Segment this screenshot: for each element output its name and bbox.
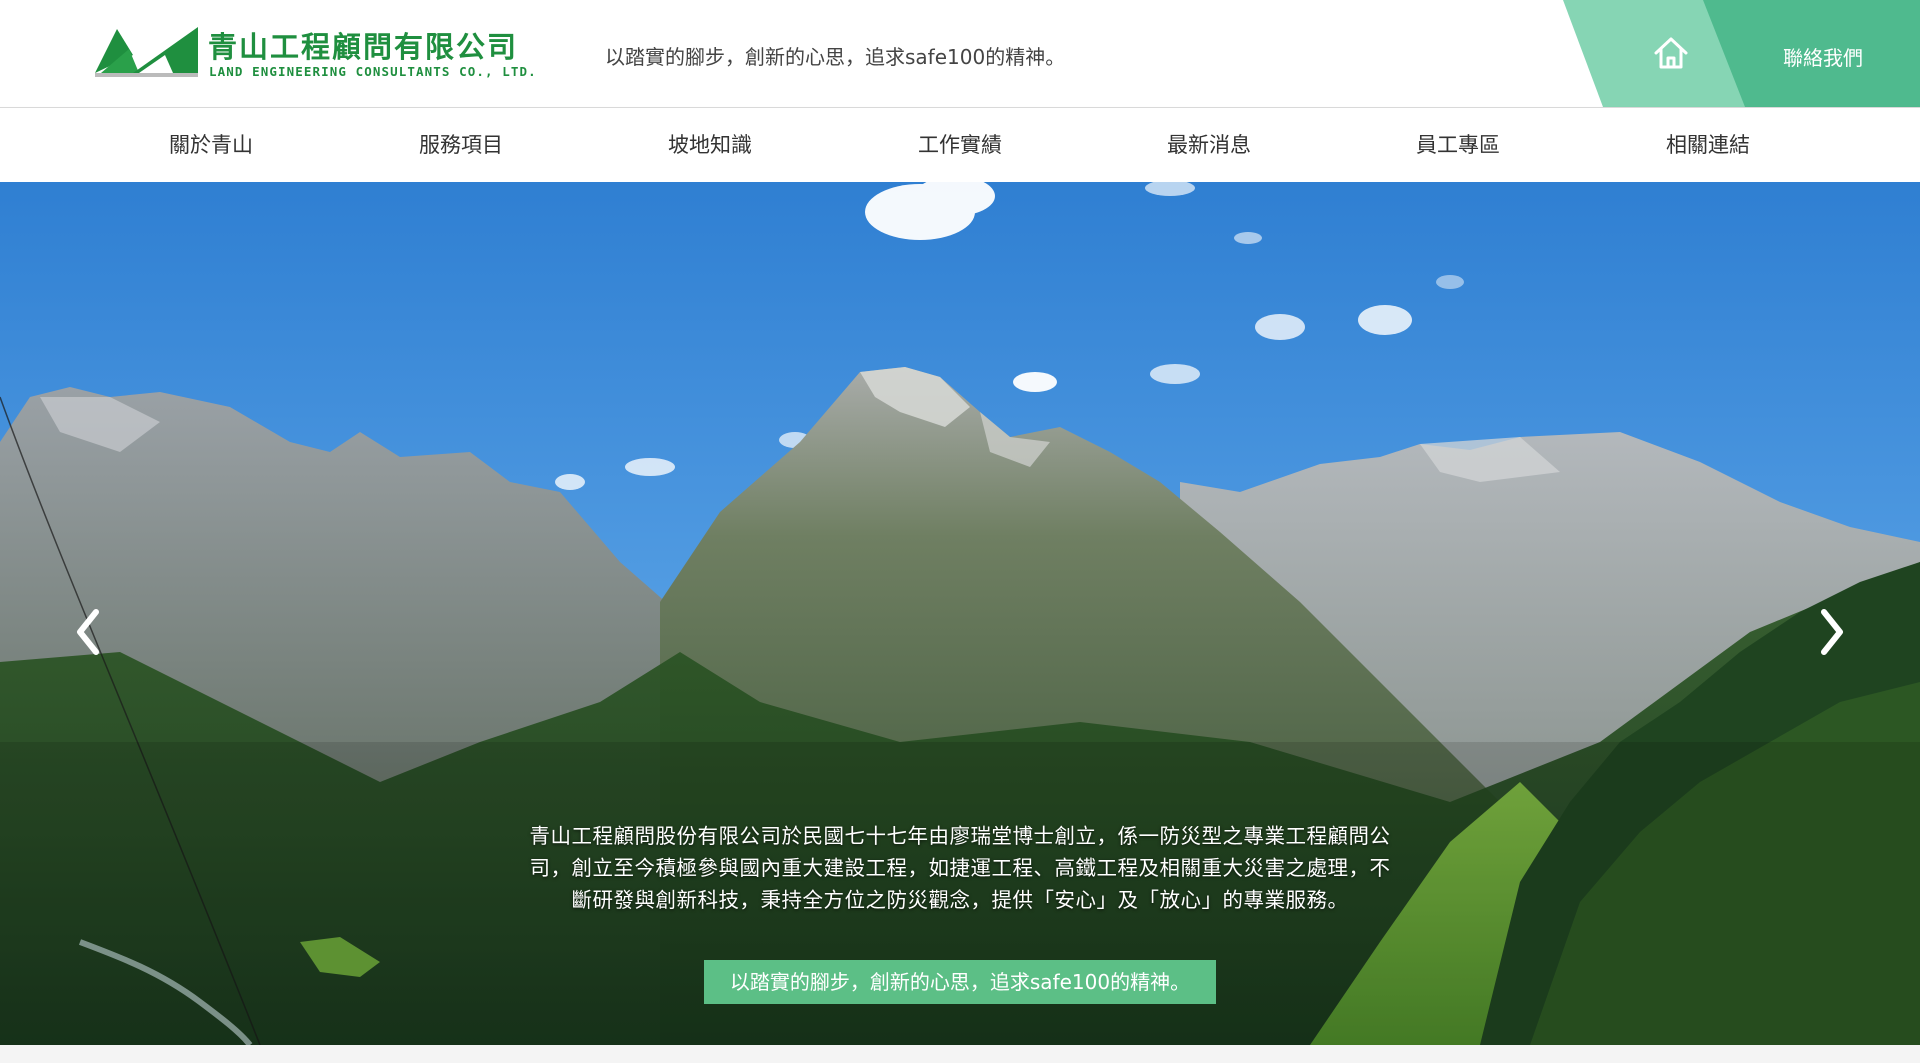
nav-item-projects[interactable]: 工作實績 <box>860 108 1060 183</box>
nav-item-staff[interactable]: 員工專區 <box>1358 108 1558 183</box>
chevron-left-icon[interactable] <box>68 602 108 662</box>
nav-item-slope-knowledge[interactable]: 坡地知識 <box>610 108 810 183</box>
home-icon <box>1654 37 1688 69</box>
contact-us-button[interactable]: 聯絡我們 <box>1703 0 1920 107</box>
logo-name-zh: 青山工程顧問有限公司 <box>208 30 519 64</box>
nav-item-links[interactable]: 相關連結 <box>1608 108 1808 183</box>
nav-item-news[interactable]: 最新消息 <box>1109 108 1309 183</box>
nav-item-services[interactable]: 服務項目 <box>361 108 561 183</box>
main-nav: 關於青山 服務項目 坡地知識 工作實績 最新消息 員工專區 相關連結 <box>0 107 1920 182</box>
intro-line: 斷研發與創新科技，秉持全方位之防災觀念，提供「安心」及「放心」的專業服務。 <box>571 888 1349 912</box>
contact-us-label: 聯絡我們 <box>1783 46 1863 70</box>
logo-mountain-icon <box>95 27 198 77</box>
chevron-right-icon[interactable] <box>1812 602 1852 662</box>
slogan-cta-button[interactable]: 以踏實的腳步，創新的心思，追求safe100的精神。 <box>704 960 1216 1004</box>
nav-item-about[interactable]: 關於青山 <box>111 108 311 183</box>
hero-carousel: 青山工程顧問股份有限公司於民國七十七年由廖瑞堂博士創立，係一防災型之專業工程顧問… <box>0 182 1920 1045</box>
logo-name-en: LAND ENGINEERING CONSULTANTS CO., LTD. <box>209 64 537 79</box>
intro-line: 青山工程顧問股份有限公司於民國七十七年由廖瑞堂博士創立，係一防災型之專業工程顧問… <box>529 824 1391 848</box>
company-logo[interactable]: 青山工程顧問有限公司 LAND ENGINEERING CONSULTANTS … <box>95 22 565 84</box>
intro-line: 司，創立至今積極參與國內重大建設工程，如捷運工程、高鐵工程及相關重大災害之處理，… <box>529 856 1391 880</box>
company-intro-text: 青山工程顧問股份有限公司於民國七十七年由廖瑞堂博士創立，係一防災型之專業工程顧問… <box>480 820 1440 916</box>
header-slogan: 以踏實的腳步，創新的心思，追求safe100的精神。 <box>605 45 1066 69</box>
site-header: 青山工程顧問有限公司 LAND ENGINEERING CONSULTANTS … <box>0 0 1920 107</box>
page-bottom-strip <box>0 1045 1920 1063</box>
